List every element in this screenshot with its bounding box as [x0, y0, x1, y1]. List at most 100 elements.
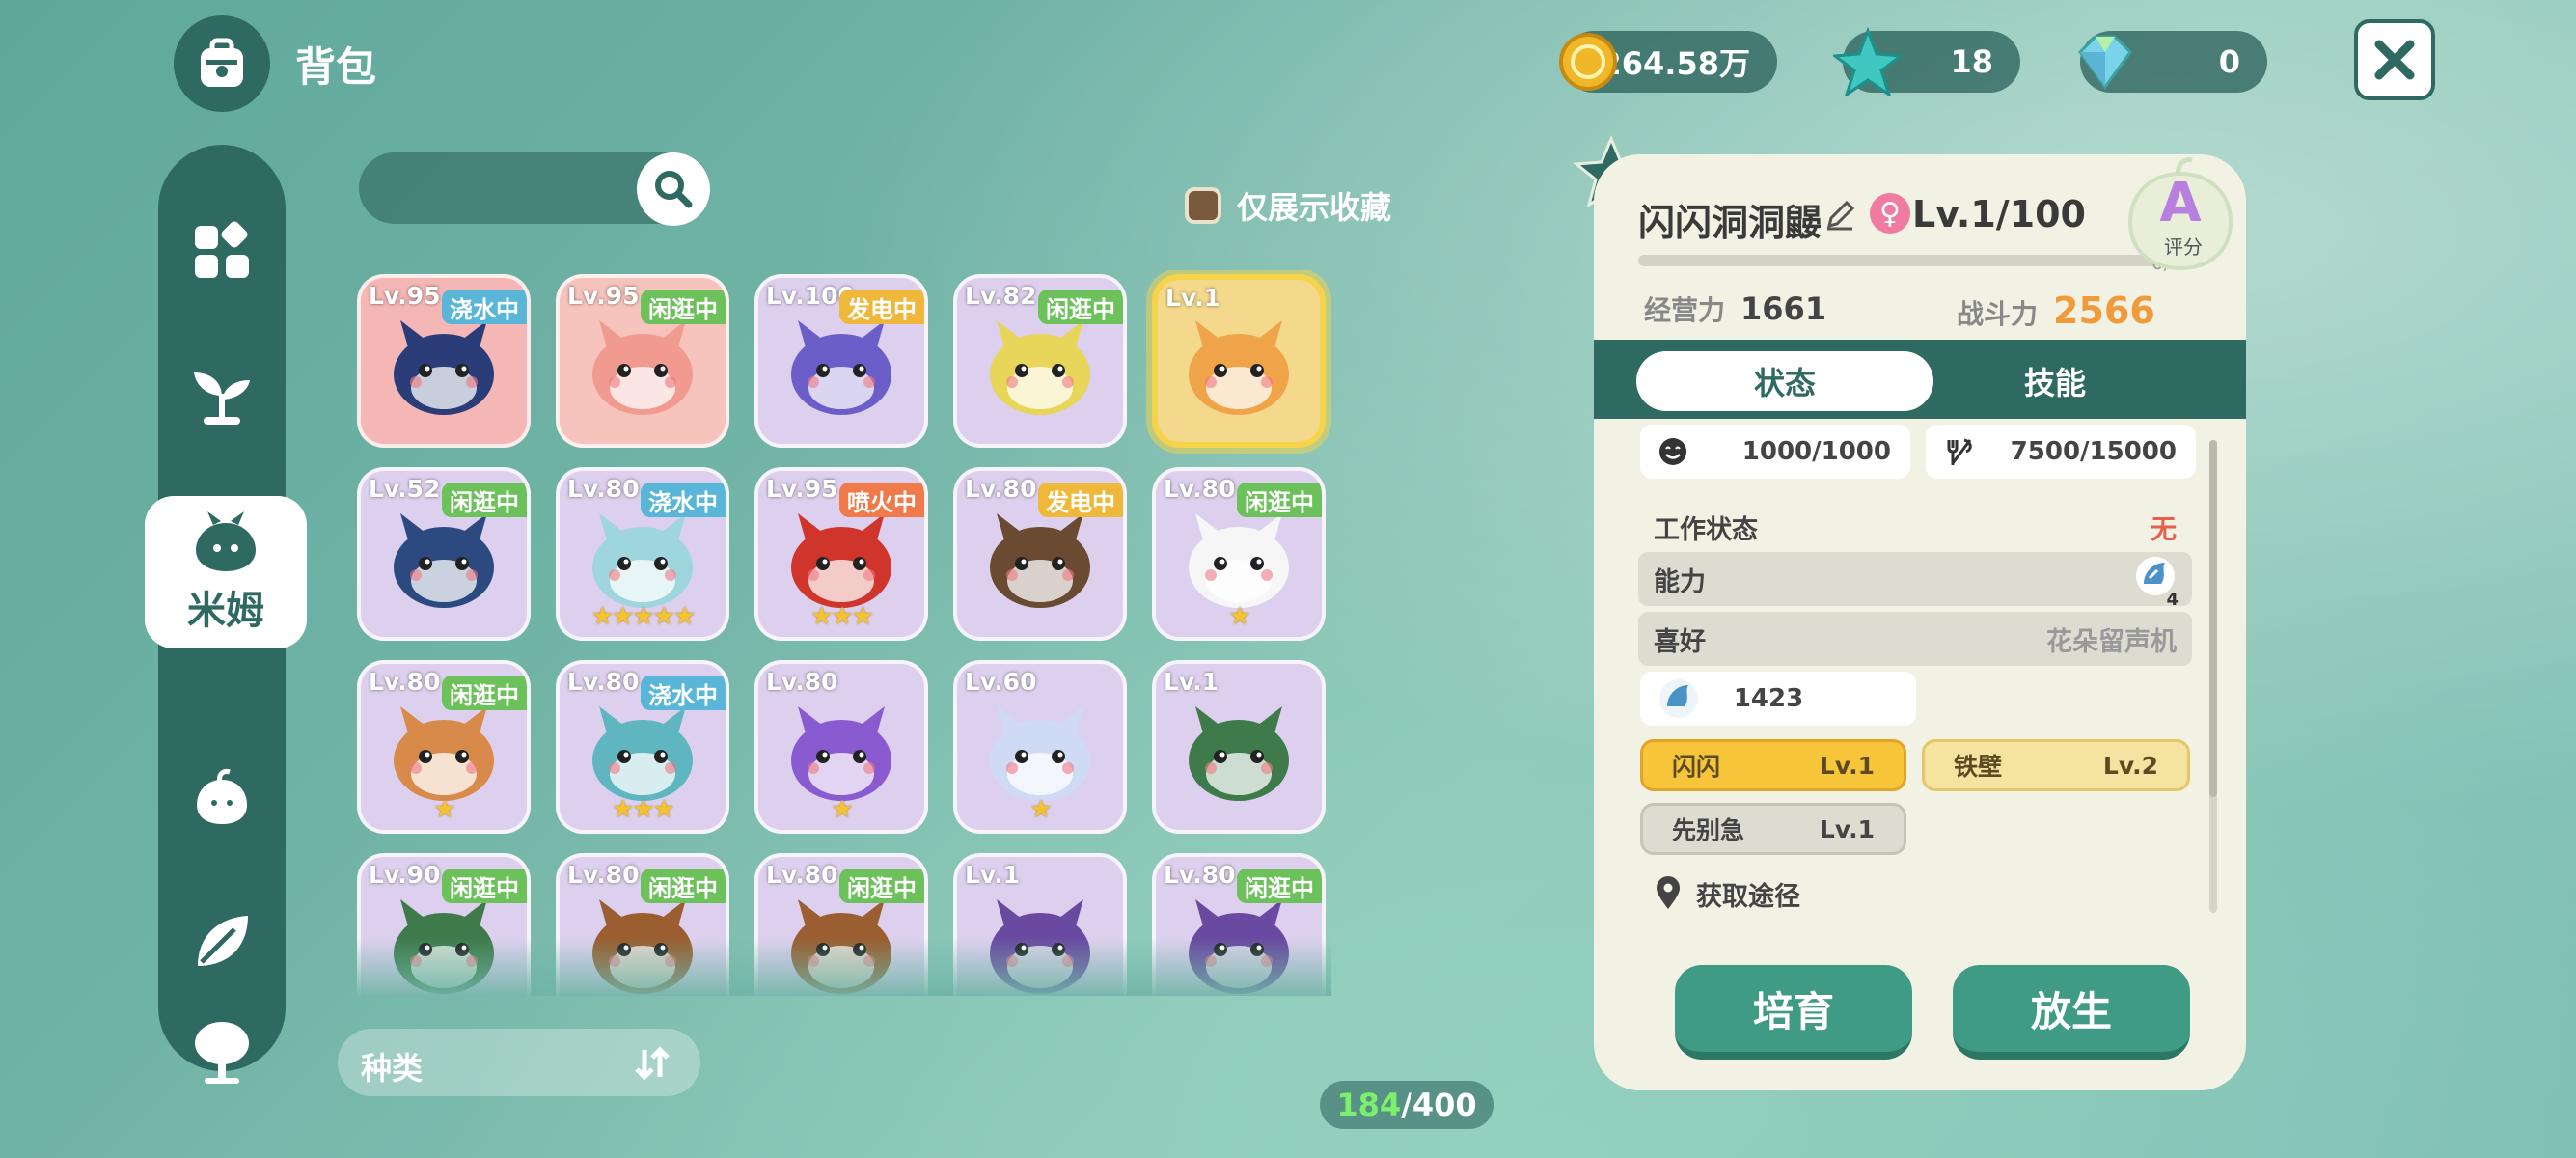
gem-icon [2078, 35, 2132, 90]
grid-icon [195, 221, 249, 278]
creature-icon [592, 319, 693, 415]
rank-badge: A 评分 [2123, 154, 2238, 280]
creature-card[interactable]: Lv.80 闲逛中 ★ [1152, 467, 1326, 641]
sidebar-item-fruit[interactable] [158, 739, 286, 855]
creature-status-badge: 发电中 [1038, 482, 1123, 517]
creature-level: Lv.95 [369, 282, 441, 310]
skill-chip[interactable]: 先别急 Lv.1 [1640, 803, 1906, 855]
creature-card[interactable]: Lv.1 [1152, 274, 1326, 448]
creature-card[interactable]: Lv.95 闲逛中 [556, 274, 729, 448]
creature-stars: ★ [1228, 602, 1250, 631]
creature-icon [990, 319, 1090, 415]
skill-chip[interactable]: 闪闪 Lv.1 [1640, 739, 1906, 791]
creature-status-badge: 浇水中 [641, 676, 726, 710]
creature-icon [394, 705, 494, 801]
fruit-icon [197, 769, 247, 824]
creature-level: Lv.80 [1164, 475, 1236, 503]
grid-fade [357, 938, 1331, 996]
detail-scrollbar[interactable] [2209, 440, 2217, 913]
tab-skills[interactable]: 技能 [1906, 351, 2204, 411]
creature-card[interactable]: Lv.80 ★ [754, 660, 928, 834]
source-row[interactable]: 获取途径 [1638, 867, 2192, 921]
star-currency: 18 [1833, 27, 2020, 96]
ability-water-icon[interactable]: 4 [2134, 555, 2179, 610]
creature-level: Lv.95 [567, 282, 640, 310]
creature-stars: ★★★ [612, 795, 675, 824]
skill-level: Lv.2 [2102, 751, 2158, 780]
close-button[interactable] [2354, 19, 2435, 100]
creature-status-badge: 浇水中 [641, 482, 726, 517]
skill-level: Lv.1 [1819, 814, 1875, 843]
creature-card[interactable]: Lv.1 [1152, 660, 1326, 834]
favorites-label: 仅展示收藏 [1237, 189, 1392, 226]
favorites-filter[interactable]: 仅展示收藏 [1185, 183, 1391, 228]
creature-card[interactable]: Lv.80 发电中 [953, 467, 1127, 641]
creature-icon [1189, 705, 1289, 801]
xp-bar [1638, 255, 2196, 266]
source-label: 获取途径 [1696, 881, 1800, 912]
stamina-value: 1000/1000 [1741, 437, 1891, 466]
hobby-row: 喜好 花朵留声机 [1638, 612, 2192, 666]
creature-card[interactable]: Lv.80 浇水中 ★★★★★ [556, 467, 729, 641]
tab-status[interactable]: 状态 [1636, 351, 1933, 411]
sort-dropdown[interactable]: 种类 [338, 1029, 700, 1096]
creature-card[interactable]: Lv.82 闲逛中 [953, 274, 1127, 448]
sort-label: 种类 [361, 1050, 424, 1087]
creature-card[interactable]: Lv.60 ★ [953, 660, 1127, 834]
sidebar-item-all[interactable] [158, 193, 286, 309]
creature-icon [394, 512, 494, 608]
skill-chip[interactable]: 铁壁 Lv.2 [1922, 739, 2190, 791]
creature-level: Lv.90 [369, 861, 441, 889]
search-button[interactable] [637, 152, 710, 226]
creature-level: Lv.82 [965, 282, 1037, 310]
creature-level: Lv.80 [567, 668, 640, 696]
star-crystal-icon [1833, 27, 1903, 96]
creature-icon [1189, 512, 1289, 608]
creature-status-badge: 闲逛中 [1237, 868, 1322, 903]
creature-icon [592, 705, 693, 801]
sort-icon [635, 1046, 670, 1081]
creature-level: Lv.52 [369, 475, 441, 503]
creature-stars: ★ [1029, 795, 1052, 824]
creature-level: Lv.60 [965, 668, 1037, 696]
sprout-icon [194, 372, 250, 425]
page-title: 背包 [295, 43, 377, 91]
creature-stars: ★★★★★ [590, 602, 697, 631]
creature-level: Lv.80 [965, 475, 1037, 503]
ability-power-box: 1423 [1640, 672, 1916, 726]
favorites-checkbox[interactable] [1185, 187, 1221, 224]
sidebar-item-seeds[interactable] [158, 338, 286, 454]
sidebar-item-leaves[interactable] [158, 884, 286, 1000]
creature-icon [990, 705, 1090, 801]
creature-card[interactable]: Lv.80 闲逛中 ★ [357, 660, 531, 834]
work-status-row: 工作状态 无 [1638, 500, 2192, 554]
creature-card[interactable]: Lv.95 浇水中 [357, 274, 531, 448]
creature-status-badge: 闲逛中 [641, 868, 726, 903]
inventory-capacity: /400 [1401, 1087, 1477, 1123]
sidebar-item-mimu[interactable]: 米姆 [145, 496, 307, 648]
close-icon [2374, 40, 2415, 80]
management-stat: 经营力 1661 [1644, 290, 1826, 328]
sidebar-item-trees[interactable] [158, 994, 286, 1110]
skill-name: 铁壁 [1954, 753, 2003, 781]
search-icon [655, 171, 693, 208]
creature-level: Lv.95 [766, 475, 838, 503]
creature-card[interactable]: Lv.95 喷火中 ★★★ [754, 467, 928, 641]
management-label: 经营力 [1644, 294, 1726, 326]
star-amount: 18 [1950, 43, 1993, 80]
breed-button[interactable]: 培育 [1675, 965, 1912, 1060]
work-status-value: 无 [2151, 514, 2177, 545]
creature-card[interactable]: Lv.80 浇水中 ★★★ [556, 660, 729, 834]
backpack-icon [174, 15, 270, 112]
creature-name: 闪闪洞洞鼹 [1638, 202, 1822, 244]
location-pin-icon [1657, 876, 1680, 909]
creature-card[interactable]: Lv.52 闲逛中 [357, 467, 531, 641]
creature-card[interactable]: Lv.100 发电中 [754, 274, 928, 448]
skill-name: 先别急 [1672, 816, 1745, 844]
release-button[interactable]: 放生 [1953, 965, 2190, 1060]
edit-icon[interactable] [1823, 199, 1856, 232]
ability-power-value: 1423 [1733, 684, 1804, 713]
hobby-label: 喜好 [1654, 626, 1706, 657]
creature-status-badge: 闲逛中 [839, 868, 924, 903]
creature-level: Lv.1 [1165, 284, 1221, 312]
